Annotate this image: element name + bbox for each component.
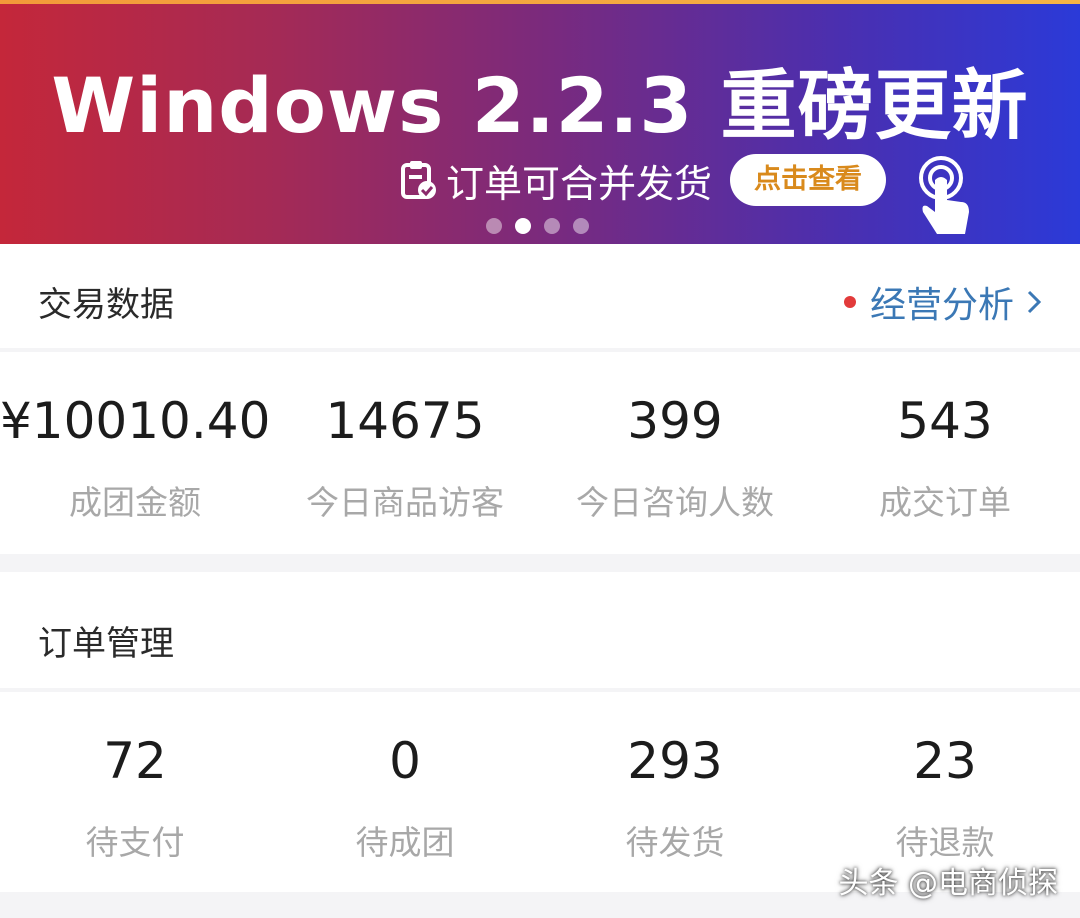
- stat-label: 待发货: [625, 823, 725, 862]
- stat-label: 待成团: [355, 823, 455, 862]
- stat-value: 0: [389, 732, 421, 790]
- trade-data-header: 交易数据 经营分析: [0, 244, 1080, 348]
- business-analysis-label: 经营分析: [869, 285, 1014, 326]
- stat-orders[interactable]: 543 成交订单: [810, 352, 1080, 554]
- trade-stats: ¥10010.40 成团金额 14675 今日商品访客 399 今日咨询人数 5…: [0, 352, 1080, 554]
- stat-value: 293: [627, 732, 723, 790]
- stat-label: 成团金额: [69, 483, 201, 522]
- stat-value: 72: [103, 732, 167, 790]
- order-pending-payment[interactable]: 72 待支付: [0, 692, 270, 892]
- stat-value: 14675: [325, 392, 485, 450]
- stat-value: 399: [627, 392, 723, 450]
- banner-top-stripe: [0, 0, 1080, 4]
- banner-pagination: [486, 218, 589, 234]
- tap-hand-icon: [919, 156, 969, 234]
- pagination-dot[interactable]: [486, 218, 502, 234]
- stat-label: 今日商品访客: [306, 483, 504, 522]
- clipboard-check-icon: [401, 161, 436, 199]
- business-analysis-link[interactable]: 经营分析: [843, 276, 1042, 328]
- stat-value: 543: [897, 392, 993, 450]
- pagination-dot[interactable]: [544, 218, 560, 234]
- order-management-title: 订单管理: [38, 624, 174, 664]
- view-details-button[interactable]: 点击查看: [730, 154, 887, 206]
- stat-label: 今日咨询人数: [576, 483, 774, 522]
- stat-value: ¥10010.40: [0, 392, 271, 450]
- stat-label: 待支付: [85, 823, 185, 862]
- stat-consultations[interactable]: 399 今日咨询人数: [540, 352, 810, 554]
- trade-data-title: 交易数据: [38, 285, 174, 325]
- pagination-dot-active[interactable]: [515, 218, 531, 234]
- stat-value: 23: [913, 732, 977, 790]
- stat-label: 成交订单: [879, 483, 1011, 522]
- chevron-right-icon: [1027, 290, 1042, 314]
- pagination-dot[interactable]: [573, 218, 589, 234]
- order-pending-group[interactable]: 0 待成团: [270, 692, 540, 892]
- banner-title: Windows 2.2.3 重磅更新: [51, 61, 1029, 150]
- watermark: 头条 @电商侦探: [838, 866, 1058, 901]
- banner-subtitle-row: 订单可合并发货 点击查看: [400, 150, 887, 210]
- order-management-header: 订单管理: [0, 572, 1080, 688]
- order-pending-shipment[interactable]: 293 待发货: [540, 692, 810, 892]
- stat-group-amount[interactable]: ¥10010.40 成团金额: [0, 352, 270, 554]
- stat-visitors[interactable]: 14675 今日商品访客: [270, 352, 540, 554]
- stat-label: 待退款: [895, 823, 995, 862]
- promo-banner[interactable]: Windows 2.2.3 重磅更新 订单可合并发货 点击查看: [0, 0, 1080, 244]
- notice-dot: [843, 296, 856, 308]
- banner-subtitle: 订单可合并发货: [446, 161, 713, 206]
